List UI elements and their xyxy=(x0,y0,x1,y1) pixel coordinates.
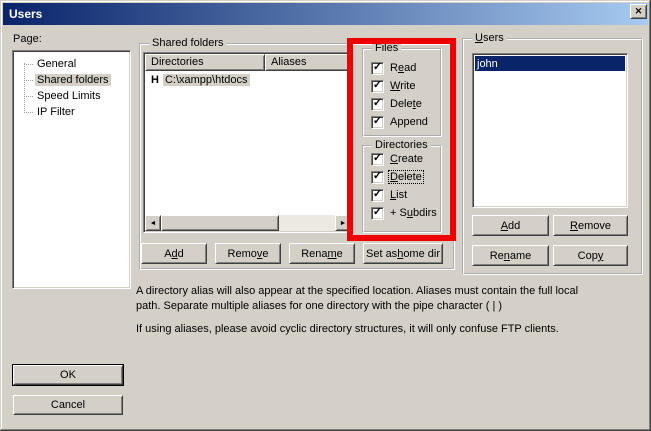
sidebar-item-general[interactable]: General xyxy=(13,56,130,72)
list-item-john[interactable]: john xyxy=(475,56,625,71)
column-header-directories[interactable]: Directories xyxy=(145,54,265,71)
shared-folders-group-label: Shared folders xyxy=(149,37,227,49)
sidebar-item-shared-folders[interactable]: Shared folders xyxy=(13,72,130,88)
scroll-right-icon: ► xyxy=(340,220,347,227)
tree-connector xyxy=(24,80,33,81)
sidebar-item-ip-filter[interactable]: IP Filter xyxy=(13,104,130,120)
scrollbar-thumb[interactable] xyxy=(161,215,279,231)
users-dialog: Users ✕ Page: General Shared folders Spe… xyxy=(0,0,651,431)
directories-list-header: Directories Aliases xyxy=(145,54,351,71)
alias-help-text: A directory alias will also appear at th… xyxy=(136,284,644,337)
ok-button[interactable]: OK xyxy=(13,365,123,385)
close-icon: ✕ xyxy=(635,7,643,16)
tree-connector xyxy=(24,112,33,113)
tree-connector xyxy=(24,64,33,65)
shared-rename-button[interactable]: Rename xyxy=(289,243,355,264)
sidebar-item-speed-limits[interactable]: Speed Limits xyxy=(13,88,130,104)
column-header-aliases[interactable]: Aliases xyxy=(265,54,351,71)
page-tree: General Shared folders Speed Limits IP F… xyxy=(12,50,131,289)
red-highlight-rectangle xyxy=(347,38,456,241)
users-list: john xyxy=(472,53,628,208)
table-row[interactable]: H C:\xampp\htdocs xyxy=(146,72,350,87)
window-title: Users xyxy=(9,7,42,21)
titlebar[interactable]: Users xyxy=(3,3,648,25)
cyclic-warning-text: If using aliases, please avoid cyclic di… xyxy=(136,322,644,337)
alias-help-line1: A directory alias will also appear at th… xyxy=(136,284,644,299)
user-copy-button[interactable]: Copy xyxy=(553,245,628,266)
shared-add-button[interactable]: Add xyxy=(141,243,207,264)
sidebar-item-label: Shared folders xyxy=(35,74,111,86)
home-indicator: H xyxy=(146,74,163,86)
user-remove-button[interactable]: Remove xyxy=(553,215,628,236)
directories-horizontal-scrollbar[interactable]: ◄ ► xyxy=(145,215,351,231)
set-as-home-dir-button[interactable]: Set as home dir xyxy=(363,243,443,264)
sidebar-item-label: Speed Limits xyxy=(35,90,103,102)
user-name: john xyxy=(477,58,498,70)
user-rename-button[interactable]: Rename xyxy=(472,245,549,266)
cancel-button[interactable]: Cancel xyxy=(13,395,123,415)
page-label: Page: xyxy=(13,33,42,45)
directory-path: C:\xampp\htdocs xyxy=(163,74,250,86)
user-add-button[interactable]: Add xyxy=(472,215,549,236)
directories-list: Directories Aliases H C:\xampp\htdocs ◄ … xyxy=(143,52,353,233)
users-group-label: Users xyxy=(472,32,507,44)
sidebar-item-label: General xyxy=(35,58,78,70)
sidebar-item-label: IP Filter xyxy=(35,106,77,118)
scroll-left-button[interactable]: ◄ xyxy=(145,215,161,231)
tree-connector xyxy=(24,96,33,97)
alias-help-line2: path. Separate multiple aliases for one … xyxy=(136,299,644,314)
close-button[interactable]: ✕ xyxy=(630,4,647,19)
scroll-left-icon: ◄ xyxy=(150,220,157,227)
shared-remove-button[interactable]: Remove xyxy=(215,243,281,264)
